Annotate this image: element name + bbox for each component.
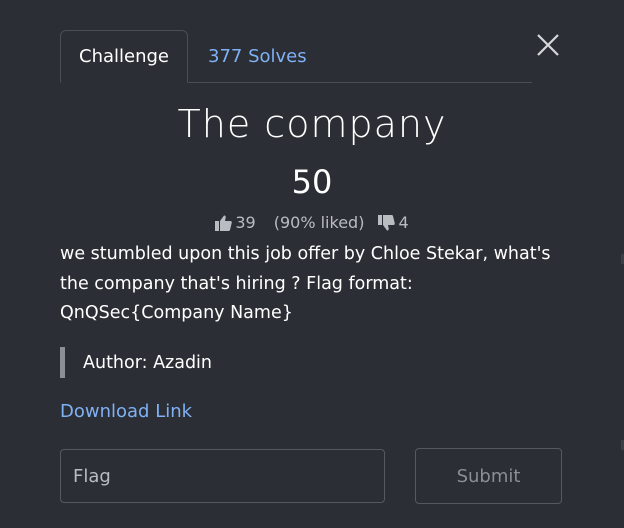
like-count: 39 — [235, 213, 256, 232]
tab-challenge[interactable]: Challenge — [60, 30, 188, 83]
thumbs-down-icon — [378, 214, 396, 230]
challenge-modal: Challenge 377 Solves The company 50 39 (… — [0, 0, 624, 528]
author-label: Author: Azadin — [83, 352, 213, 373]
close-icon — [537, 34, 559, 56]
submit-label: Submit — [456, 465, 521, 487]
dislike-count: 4 — [398, 213, 409, 232]
challenge-description: we stumbled upon this job offer by Chloe… — [60, 244, 551, 323]
like-button[interactable]: 39 — [215, 213, 256, 232]
challenge-points: 50 — [291, 163, 333, 201]
vote-summary: 39 (90% liked) 4 — [0, 213, 624, 232]
challenge-title: The company — [177, 102, 447, 146]
thumbs-up-icon — [215, 215, 233, 231]
tab-solves-label: 377 Solves — [208, 45, 307, 67]
close-button[interactable] — [534, 30, 562, 60]
submit-button[interactable]: Submit — [415, 448, 562, 504]
liked-percentage: (90% liked) — [273, 213, 365, 232]
tab-challenge-label: Challenge — [79, 46, 169, 67]
dislike-button[interactable]: 4 — [378, 213, 409, 232]
download-link[interactable]: Download Link — [60, 401, 192, 422]
flag-input[interactable] — [60, 449, 385, 503]
tab-bar: Challenge 377 Solves — [60, 30, 532, 83]
tab-solves[interactable]: 377 Solves — [200, 30, 320, 82]
author-blockquote: Author: Azadin — [60, 347, 212, 378]
